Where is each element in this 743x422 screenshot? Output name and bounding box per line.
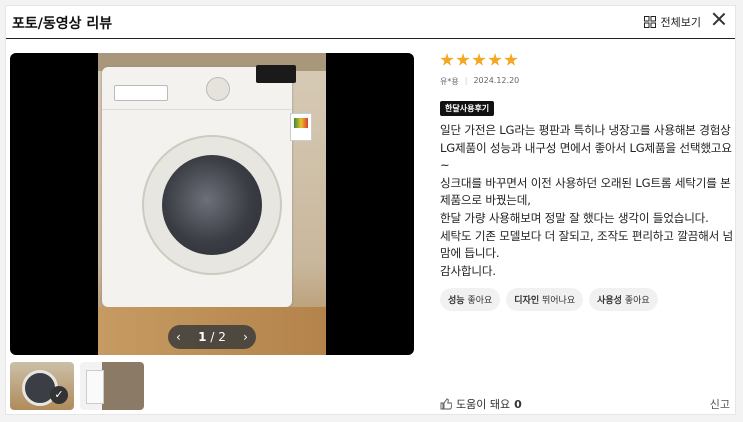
review-meta: 유*용 | 2024.12.20 — [440, 76, 734, 87]
view-all-button[interactable]: 전체보기 — [643, 14, 701, 30]
prev-photo-icon[interactable]: ‹ — [176, 330, 181, 344]
photo-counter: ‹ 1 / 2 › — [168, 325, 256, 349]
report-button[interactable]: 신고 — [710, 396, 730, 412]
star-icon — [472, 53, 486, 66]
check-icon: ✓ — [50, 386, 68, 404]
chip-label: 사용성 — [597, 296, 622, 307]
counter-separator: / — [210, 330, 215, 344]
review-date: 2024.12.20 — [473, 76, 520, 85]
helpful-button[interactable]: 도움이 돼요 0 — [440, 396, 522, 412]
washer-knob — [206, 77, 230, 101]
chip-value: 뛰어나요 — [542, 296, 576, 307]
rating-stars — [440, 53, 734, 67]
next-photo-icon[interactable]: › — [243, 330, 248, 344]
star-icon — [456, 53, 470, 66]
thumbnail-strip: ✓ — [10, 362, 144, 410]
star-icon — [504, 53, 518, 66]
attribute-chip: 디자인 뛰어나요 — [506, 288, 584, 312]
close-icon[interactable] — [711, 11, 727, 27]
review-photo — [98, 53, 326, 355]
washer-door — [142, 135, 282, 275]
chip-value: 좋아요 — [624, 296, 650, 307]
review-footer: 도움이 돼요 0 신고 — [440, 396, 736, 412]
attribute-chip: 사용성 좋아요 — [589, 288, 658, 312]
review-author: 유*용 — [440, 77, 459, 86]
meta-divider: | — [464, 76, 468, 85]
counter-text: 1 / 2 — [198, 330, 226, 344]
grid-icon — [643, 16, 656, 28]
chip-value: 좋아요 — [467, 296, 493, 307]
washer-glass — [162, 155, 262, 255]
counter-current: 1 — [198, 330, 207, 344]
energy-label — [290, 113, 312, 141]
review-body: 일단 가전은 LG라는 평판과 특히나 냉장고를 사용해본 경험상 LG제품이 … — [440, 123, 734, 278]
review-content: 유*용 | 2024.12.20 한달사용후기 일단 가전은 LG라는 평판과 … — [440, 53, 734, 312]
thumbs-up-icon — [440, 398, 452, 410]
star-icon — [440, 53, 454, 66]
view-all-label: 전체보기 — [660, 16, 701, 29]
modal-header: 포토/동영상 리뷰 전체보기 — [6, 6, 735, 39]
photo-review-modal: 포토/동영상 리뷰 전체보기 ‹ 1 / 2 › ✓ 유*용 | 2024.12… — [5, 5, 736, 415]
thumbnail-1[interactable]: ✓ — [10, 362, 74, 410]
photo-viewer[interactable]: ‹ 1 / 2 › — [10, 53, 414, 355]
review-tag: 한달사용후기 — [440, 101, 495, 116]
star-icon — [488, 53, 502, 66]
attribute-chip: 성능 좋아요 — [440, 288, 501, 312]
chip-label: 성능 — [448, 296, 465, 307]
helpful-count: 0 — [514, 397, 522, 411]
washing-machine-image — [102, 67, 292, 307]
washer-display — [256, 65, 296, 83]
chip-label: 디자인 — [514, 296, 540, 307]
attribute-chips: 성능 좋아요 디자인 뛰어나요 사용성 좋아요 — [440, 288, 734, 312]
helpful-label: 도움이 돼요 — [456, 398, 511, 411]
washer-drawer — [114, 85, 168, 101]
thumbnail-2[interactable] — [80, 362, 144, 410]
modal-title: 포토/동영상 리뷰 — [12, 16, 113, 32]
counter-total: 2 — [218, 330, 226, 344]
